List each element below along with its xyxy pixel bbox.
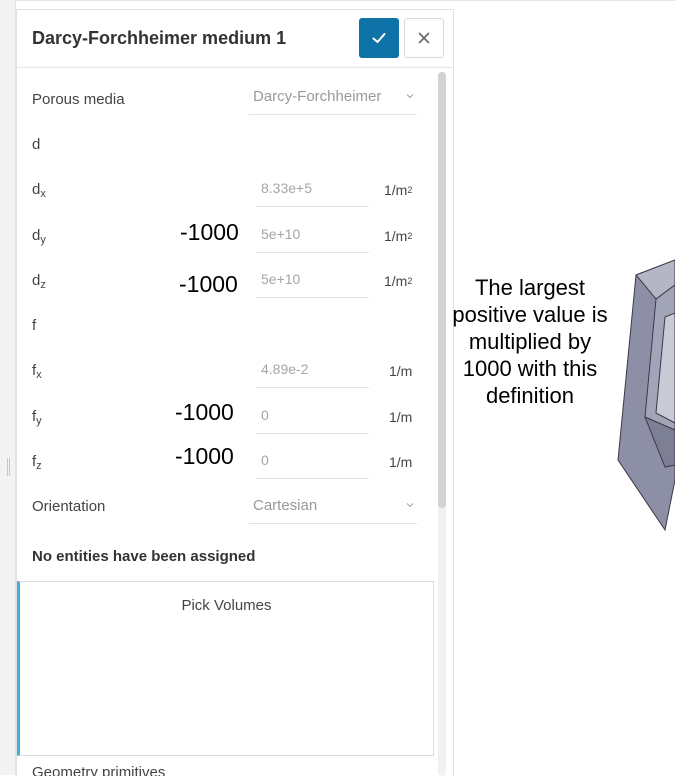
dx-label: dx [32,181,46,200]
porous-media-label: Porous media [32,91,125,108]
dy-label: dy [32,227,46,246]
porous-media-value: Darcy-Forchheimer [253,88,382,105]
fz-overlay-value: -1000 [175,443,234,469]
panel-title: Darcy-Forchheimer medium 1 [32,28,287,48]
orientation-value: Cartesian [253,497,318,514]
dy-overlay-value: -1000 [180,219,239,245]
fz-unit: 1/m [389,454,413,470]
fx-label: fx [32,362,42,381]
no-entities-message: No entities have been assigned [32,548,256,565]
dy-input[interactable]: 5e+10 [256,220,369,253]
fx-input[interactable]: 4.89e-2 [256,355,369,388]
fz-label: fz [32,453,42,472]
pick-volumes-area[interactable]: Pick Volumes [17,581,434,756]
dy-unit: 1/m2 [384,228,413,244]
left-toolbar-strip [0,0,16,775]
chevron-down-icon [406,503,414,508]
dz-input[interactable]: 5e+10 [256,265,369,298]
fy-overlay-value: -1000 [175,399,234,425]
dz-overlay-value: -1000 [179,271,238,297]
f-section-label: f [32,317,37,334]
annotation-text: The largest positive value is multiplied… [452,275,608,408]
fz-input[interactable]: 0 [256,446,369,479]
dz-label: dz [32,272,46,291]
panel-scrollbar[interactable] [438,72,446,776]
confirm-button[interactable] [359,18,399,58]
properties-panel: Darcy-Forchheimer medium 1 Porous media … [16,9,454,776]
dz-unit: 1/m2 [384,273,413,289]
chevron-down-icon [406,94,414,99]
fy-input[interactable]: 0 [256,401,369,434]
fy-label: fy [32,408,42,427]
orientation-label: Orientation [32,498,106,515]
fy-unit: 1/m [389,409,413,425]
pick-volumes-label: Pick Volumes [181,597,272,614]
porous-media-select[interactable]: Darcy-Forchheimer [249,82,417,115]
d-section-label: d [32,136,41,153]
panel-resize-handle[interactable] [7,458,10,476]
geometry-viewport-model[interactable] [610,255,675,545]
orientation-select[interactable]: Cartesian [249,491,417,524]
close-button[interactable] [404,18,444,58]
close-icon [418,32,430,44]
fx-unit: 1/m [389,363,413,379]
top-border [0,0,675,1]
geometry-primitives-label[interactable]: Geometry primitives [32,764,165,776]
panel-header: Darcy-Forchheimer medium 1 [17,10,453,68]
dx-input[interactable]: 8.33e+5 [256,174,369,207]
check-icon [372,33,386,43]
dx-unit: 1/m2 [384,182,413,198]
